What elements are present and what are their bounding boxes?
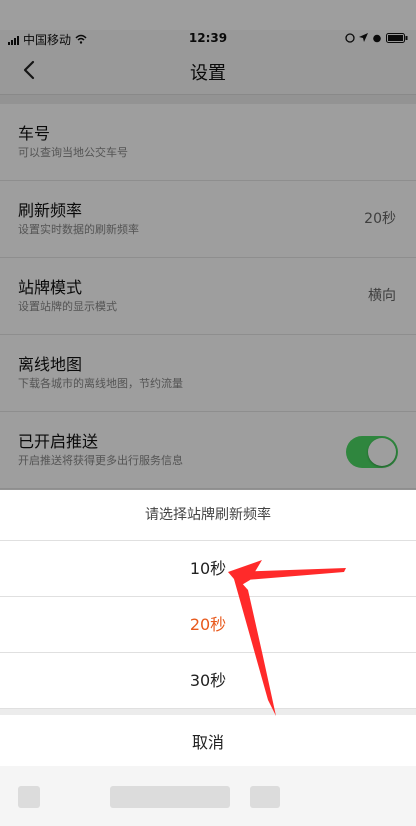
annotation-arrow-icon: [228, 560, 346, 716]
app-screen: 中国移动 12:39 设置 车号 可以查询当地公交车号 刷新频率 设置实时数据的…: [0, 0, 416, 826]
